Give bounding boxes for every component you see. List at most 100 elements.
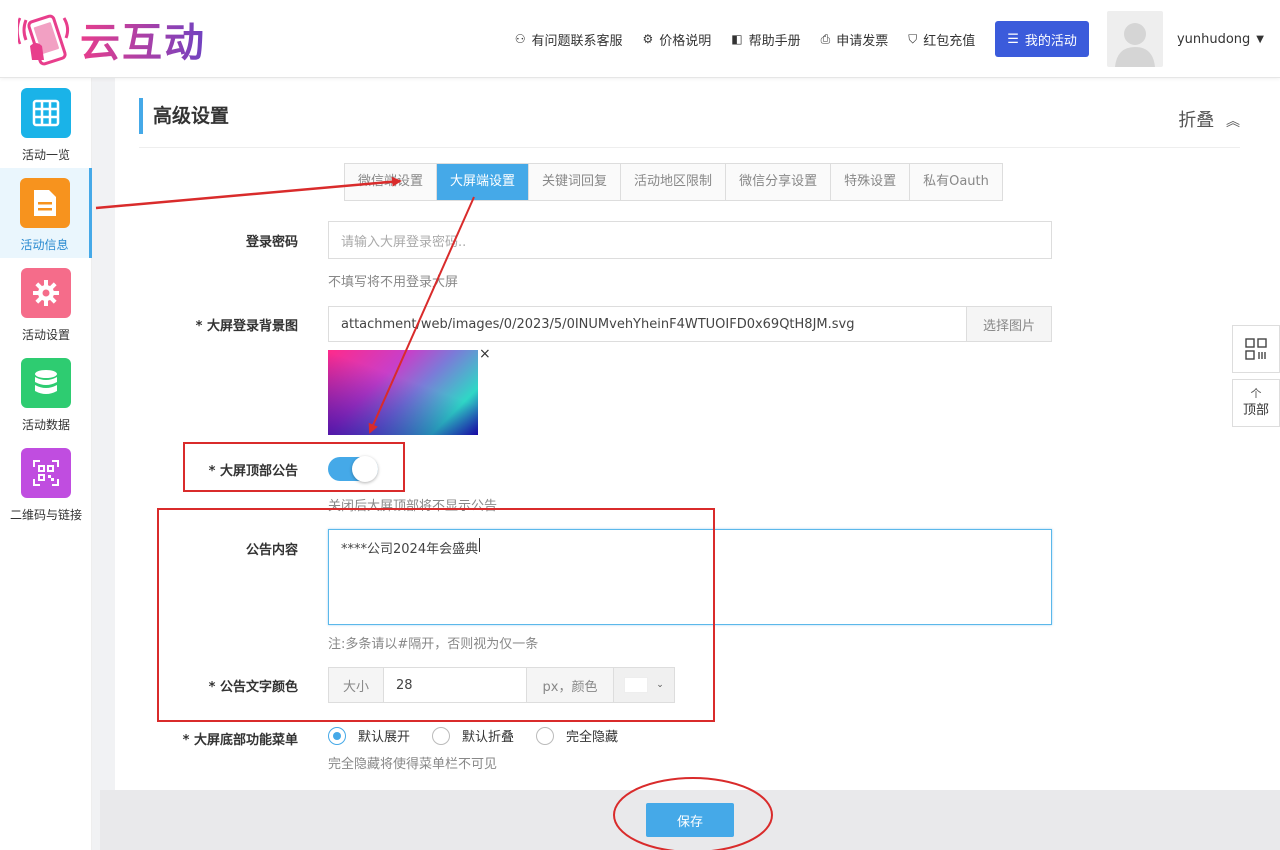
settings-card: 高级设置 折叠 ︽ 微信端设置 大屏端设置 关键词回复 活动地区限制 微信分享设… — [115, 78, 1280, 790]
tab-special[interactable]: 特殊设置 — [831, 164, 911, 200]
nav-label: 帮助手册 — [748, 33, 801, 49]
user-silhouette-icon — [1114, 23, 1155, 67]
radio-label: 完全隐藏 — [566, 730, 619, 745]
tab-private-oauth[interactable]: 私有Oauth — [910, 164, 1002, 200]
notice-color-label: * 公告文字颜色 — [208, 680, 298, 695]
nav-label: 有问题联系客服 — [531, 33, 623, 49]
notice-toggle-switch[interactable] — [328, 456, 378, 482]
back-to-top-button[interactable]: 个 顶部 — [1232, 379, 1280, 427]
background-image-preview — [328, 350, 478, 435]
phone-logo-icon — [16, 10, 76, 68]
my-activity-button[interactable]: ☰ 我的活动 — [995, 21, 1089, 57]
tab-wechat[interactable]: 微信端设置 — [345, 164, 438, 200]
sidebar-item-qrcode-links[interactable]: 二维码与链接 — [0, 438, 92, 528]
back-to-top-label: 顶部 — [1242, 402, 1269, 418]
logo[interactable]: 云互动 — [16, 10, 206, 68]
sidebar: 活动一览 活动信息 活动设置 活动数据 二维码与链接 — [0, 78, 92, 850]
remove-image-icon[interactable]: × — [479, 346, 491, 362]
save-button[interactable]: 保存 — [646, 803, 734, 837]
username: yunhudong — [1176, 31, 1251, 47]
chevron-down-icon: ⌄ — [656, 680, 664, 690]
avatar[interactable] — [1106, 11, 1163, 67]
database-icon — [21, 358, 71, 408]
choose-image-button[interactable]: 选择图片 — [966, 306, 1052, 342]
background-image-label: * 大屏登录背景图 — [195, 319, 298, 334]
nav-invoice[interactable]: ⎙ 申请发票 — [821, 30, 889, 49]
color-picker[interactable]: ⌄ — [613, 667, 675, 703]
font-size-value: 28 — [396, 677, 413, 693]
caret-down-icon: ▼ — [1256, 33, 1264, 45]
sidebar-item-label: 活动数据 — [21, 418, 70, 432]
qrcode-icon — [21, 448, 71, 498]
section-header: 高级设置 折叠 ︽ — [139, 96, 1240, 148]
top-nav: ⚇ 有问题联系客服 ⚙ 价格说明 ◧ 帮助手册 ⎙ 申请发票 ⛉ 红包充值 ☰ … — [515, 0, 1280, 78]
notice-content-textarea[interactable]: ****公司2024年会盛典 — [328, 529, 1052, 625]
login-password-placeholder: 请输入大屏登录密码.. — [341, 234, 467, 250]
nav-contact-service[interactable]: ⚇ 有问题联系客服 — [515, 30, 623, 49]
nav-redpacket-recharge[interactable]: ⛉ 红包充值 — [908, 30, 975, 49]
notice-toggle-help: 关闭后大屏顶部将不显示公告 — [328, 499, 498, 514]
list-icon: ☰ — [1007, 31, 1019, 47]
nav-help-manual[interactable]: ◧ 帮助手册 — [731, 30, 800, 49]
radio-label: 默认展开 — [358, 730, 411, 745]
bottom-menu-help: 完全隐藏将使得菜单栏不可见 — [328, 757, 498, 772]
tab-wechat-share[interactable]: 微信分享设置 — [726, 164, 832, 200]
sidebar-item-activity-data[interactable]: 活动数据 — [0, 348, 92, 438]
radio-default-expand[interactable]: 默认展开 — [328, 726, 410, 745]
radio-dot — [432, 726, 451, 745]
radio-hide-completely[interactable]: 完全隐藏 — [536, 726, 618, 745]
qrcode-float-button[interactable] — [1232, 325, 1280, 373]
grid-icon — [21, 88, 71, 138]
settings-tabs: 微信端设置 大屏端设置 关键词回复 活动地区限制 微信分享设置 特殊设置 私有O… — [344, 163, 1003, 201]
nav-label: 红包充值 — [923, 33, 976, 49]
radio-dot-selected — [328, 726, 346, 745]
top-header: 云互动 ⚇ 有问题联系客服 ⚙ 价格说明 ◧ 帮助手册 ⎙ 申请发票 ⛉ 红包充… — [0, 0, 1280, 78]
qrcode-icon — [1245, 338, 1267, 360]
nav-label: 价格说明 — [659, 33, 712, 49]
user-plus-icon: ⚇ — [514, 32, 526, 46]
size-suffix: px，颜色 — [526, 667, 614, 703]
bottom-menu-radio-group: 默认展开 默认折叠 完全隐藏 — [328, 726, 640, 745]
font-size-input[interactable]: 28 — [383, 667, 527, 703]
user-menu[interactable]: yunhudong ▼ — [1177, 32, 1264, 47]
tab-region-limit[interactable]: 活动地区限制 — [621, 164, 727, 200]
sidebar-item-label: 二维码与链接 — [9, 508, 82, 522]
sidebar-item-label: 活动信息 — [20, 238, 69, 252]
login-password-input[interactable]: 请输入大屏登录密码.. — [328, 221, 1052, 259]
nav-label: 申请发票 — [836, 33, 889, 49]
gear-icon: ⚙ — [642, 32, 654, 46]
nav-pricing[interactable]: ⚙ 价格说明 — [642, 30, 711, 49]
printer-icon: ⎙ — [820, 31, 831, 46]
notice-content-value: ****公司2024年会盛典 — [341, 542, 479, 557]
sidebar-item-activity-settings[interactable]: 活动设置 — [0, 258, 92, 348]
section-title: 高级设置 — [139, 98, 229, 134]
fold-toggle[interactable]: 折叠 ︽ — [1178, 106, 1240, 132]
sidebar-item-label: 活动一览 — [21, 148, 70, 162]
shield-check-icon: ⛉ — [908, 31, 918, 46]
toggle-knob — [352, 456, 378, 482]
book-icon: ◧ — [731, 32, 743, 46]
login-password-help: 不填写将不用登录大屏 — [328, 275, 459, 290]
radio-default-collapse[interactable]: 默认折叠 — [432, 726, 514, 745]
arrow-up-icon: 个 — [1250, 386, 1262, 400]
my-activity-label: 我的活动 — [1024, 33, 1077, 49]
radio-label: 默认折叠 — [462, 730, 515, 745]
sidebar-item-activity-info[interactable]: 活动信息 — [0, 168, 92, 258]
chevron-up-icon: ︽ — [1226, 114, 1240, 130]
gear-icon — [21, 268, 71, 318]
logo-text: 云互动 — [80, 10, 206, 68]
notice-content-help: 注:多条请以#隔开，否则视为仅一条 — [328, 637, 539, 652]
tab-bigscreen[interactable]: 大屏端设置 — [437, 164, 530, 200]
notice-content-label: 公告内容 — [245, 543, 298, 558]
form-footer: 保存 — [100, 790, 1280, 850]
size-prefix: 大小 — [328, 667, 384, 703]
sidebar-item-label: 活动设置 — [21, 328, 70, 342]
color-swatch — [624, 677, 649, 693]
background-image-path-input[interactable]: attachment/web/images/0/2023/5/0INUMvehY… — [328, 306, 968, 342]
main-content: 高级设置 折叠 ︽ 微信端设置 大屏端设置 关键词回复 活动地区限制 微信分享设… — [100, 78, 1280, 850]
floating-tools: 个 顶部 — [1232, 325, 1280, 433]
text-cursor — [479, 538, 481, 552]
tab-keyword-reply[interactable]: 关键词回复 — [529, 164, 622, 200]
notice-toggle-label: * 大屏顶部公告 — [208, 464, 298, 479]
sidebar-item-overview[interactable]: 活动一览 — [0, 78, 92, 168]
